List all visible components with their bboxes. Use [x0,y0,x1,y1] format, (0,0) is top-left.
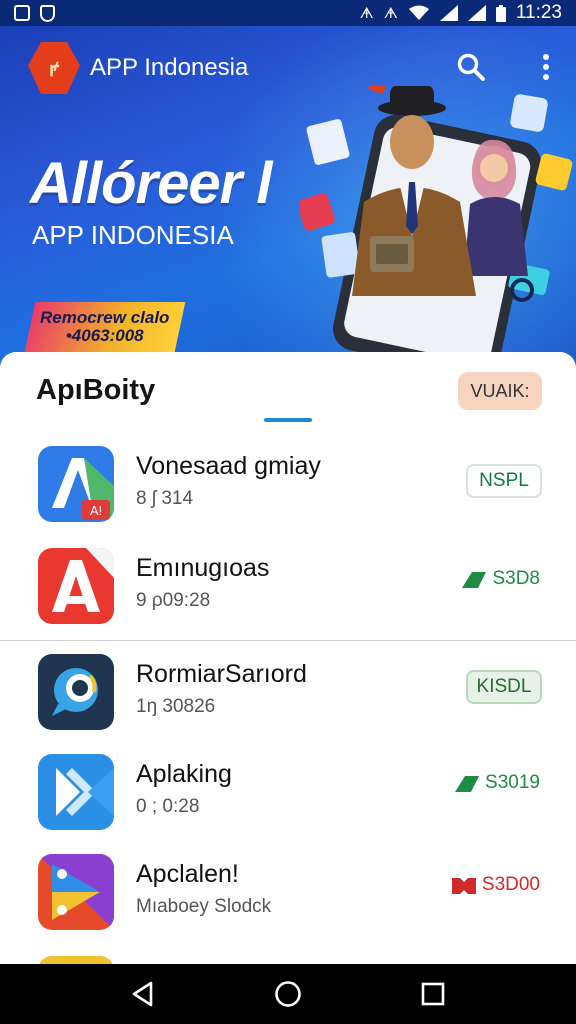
app-icon-a-red [38,548,114,624]
list-item-meta: 9 ρ09:28 [136,590,211,611]
list-item[interactable]: Apclalen! Mıaboey Slodck S3D00 [0,854,576,954]
app-icon-partial [38,956,114,964]
home-icon[interactable] [268,974,308,1014]
list-item-title: Emınugıoas [136,554,270,582]
list-item-meta: 1ŋ 30826 [136,696,216,717]
status-time: 11:23 [515,2,562,23]
search-icon[interactable] [456,52,486,82]
tag-icon [462,572,487,588]
signal-icon [439,5,458,21]
system-nav-bar [0,964,576,1024]
list-item-title: Vonesaad gmiay [136,452,321,480]
hero-banner[interactable]: ꝵ APP Indonesia Allóreer l APP INDONESIA… [0,26,576,366]
tag-icon [451,878,476,894]
hero-badge-line2: •4063:008 [66,326,144,345]
recents-icon[interactable] [413,974,453,1014]
list-item-meta: 8 ʃ 314 [136,488,194,509]
app-icon-a-blue: A! [38,446,114,522]
list-item-meta: 0 ; 0:28 [136,796,200,817]
install-button[interactable]: NSPL [466,464,542,498]
app-icon-chat [38,654,114,730]
shield-icon [40,4,55,22]
price-value: S3D00 [481,874,540,895]
status-right: ᗗ ᗗ 11:23 [360,2,562,24]
status-left [14,4,55,22]
app-logo-text: ꝵ [48,58,60,81]
hero-badge-line1: Remocrew clalo [40,308,170,327]
price-tag[interactable]: S3019 [455,772,540,794]
list-item[interactable]: Aplaking 0 ; 0:28 S3019 [0,754,576,854]
list-item-title: Apclalen! [136,860,239,888]
price-tag[interactable]: S3D8 [462,568,540,590]
hero-title: Allóreer l [30,151,272,216]
signal-icon [467,5,486,21]
tag-icon [455,776,480,792]
section-action-button[interactable]: VUAIK: [458,372,542,410]
hero-subtitle: APP INDONESIA [32,220,234,250]
status-bar: ᗗ ᗗ 11:23 [0,0,576,26]
list-item[interactable]: Emınugıoas 9 ρ09:28 S3D8 [0,548,576,648]
svg-text:A!: A! [90,503,102,518]
divider [0,640,576,641]
app-list-sheet: ApıBoity VUAIK: A! Vonesaad gmiay 8 ʃ 31… [0,352,576,964]
nfc-icon: ᗗ [359,4,374,22]
more-vert-icon[interactable] [538,52,554,82]
battery-icon [495,4,506,22]
app-icon-play [38,754,114,830]
list-item-meta: Mıaboey Slodck [136,896,272,917]
hero-badge: Remocrew clalo •4063:008 [24,302,186,352]
price-value: S3019 [485,772,540,793]
vibrate-icon: ᗗ [383,4,398,22]
notification-box-icon [14,5,30,21]
list-item[interactable]: RormiarSarıord 1ŋ 30826 KISDL [0,654,576,754]
list-item-title: RormiarSarıord [136,660,307,688]
price-tag[interactable]: S3D00 [451,874,540,896]
list-item-title: Aplaking [136,760,232,788]
hero-illustration [300,86,573,366]
tab-indicator [264,418,312,422]
wifi-icon [408,5,430,21]
app-name: APP Indonesia [90,54,249,81]
open-button[interactable]: KISDL [466,670,542,704]
section-title: ApıBoity [36,374,156,406]
app-icon-play-color [38,854,114,930]
price-value: S3D8 [492,568,540,589]
back-icon[interactable] [123,974,163,1014]
list-item[interactable]: A! Vonesaad gmiay 8 ʃ 314 NSPL [0,446,576,546]
